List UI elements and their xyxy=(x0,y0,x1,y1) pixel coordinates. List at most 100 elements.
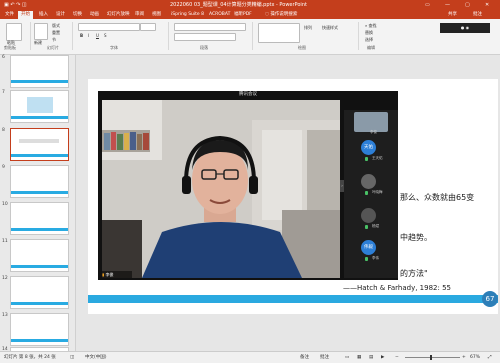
arrange-button[interactable]: 排列 xyxy=(304,25,312,31)
bold-button[interactable]: B xyxy=(80,33,83,38)
group-slides: 幻灯片 xyxy=(47,45,59,50)
mic-icon xyxy=(365,225,368,229)
zoom-percent[interactable]: 67% xyxy=(470,352,480,363)
replace-button[interactable]: 替换 xyxy=(365,30,373,36)
notes-button[interactable]: 备注 xyxy=(300,352,309,363)
group-font: 字体 xyxy=(110,45,118,50)
avatar xyxy=(361,208,376,223)
paste-icon[interactable] xyxy=(6,23,22,41)
thumb-number: 8 xyxy=(2,128,5,133)
group-drawing: 绘图 xyxy=(298,45,306,50)
tab-file[interactable]: 文件 xyxy=(2,10,17,19)
slide-citation: ——Hatch & Farhady, 1982: 55 xyxy=(343,284,451,292)
zoom-slider-thumb[interactable] xyxy=(430,355,432,360)
font-size-dropdown[interactable] xyxy=(140,23,156,31)
font-name-dropdown[interactable] xyxy=(78,23,140,31)
thumb-number: 11 xyxy=(2,239,8,244)
thumbnail-slide[interactable] xyxy=(10,90,69,123)
participant-name: 李俊 xyxy=(370,130,377,134)
paragraph-controls[interactable] xyxy=(174,23,246,31)
tab-design[interactable]: 设计 xyxy=(53,10,68,19)
comments-button[interactable]: 批注 xyxy=(320,352,329,363)
participant[interactable]: 李俊 xyxy=(344,110,398,136)
slide-accent-bar xyxy=(88,295,498,303)
underline-button[interactable]: U xyxy=(96,33,99,38)
layout-button[interactable]: 版式 xyxy=(52,23,60,29)
zoom-out-icon[interactable]: − xyxy=(395,352,399,363)
fit-slide-icon[interactable]: ⤢ xyxy=(488,352,492,363)
tab-view[interactable]: 视图 xyxy=(149,10,164,19)
slide-thumbnail-pane: 6 7 8 9 10 11 12 13 14 xyxy=(0,55,76,353)
speaker-name: 李俊 xyxy=(105,272,114,277)
quick-styles-button[interactable]: 快速样式 xyxy=(322,25,338,31)
speaker-camera-image xyxy=(102,100,340,278)
participant-name: 叶晓梅 xyxy=(372,190,383,194)
ribbon-display-icon[interactable]: ▭ xyxy=(425,0,430,10)
minimize-icon[interactable]: — xyxy=(445,0,450,10)
tab-animations[interactable]: 动画 xyxy=(87,10,102,19)
speaker-video xyxy=(102,100,340,278)
tab-home[interactable]: 开始 xyxy=(18,11,33,19)
mic-icon xyxy=(365,191,368,195)
participant-name: 李伟 xyxy=(372,256,379,260)
mic-icon xyxy=(365,157,368,161)
window-title: 2022060 03_题型课_04计算题分类精编.pptx - PowerPoi… xyxy=(170,2,307,8)
mic-icon xyxy=(365,257,368,261)
thumbnail-slide[interactable] xyxy=(10,165,69,198)
slide-text-line: 中趋势。 xyxy=(400,233,432,242)
search-tab[interactable]: ◌ 操作说明搜索 xyxy=(262,10,300,19)
participant[interactable]: 天佑 王天佑 xyxy=(344,138,398,164)
group-editing: 编辑 xyxy=(367,45,375,50)
participant[interactable]: 伟毅 李伟 xyxy=(344,238,398,264)
avatar: 伟毅 xyxy=(361,240,376,255)
thumbnail-slide[interactable] xyxy=(10,202,69,235)
select-button[interactable]: 选择 xyxy=(365,37,373,43)
shadow-button[interactable]: S xyxy=(104,33,107,38)
thumb-number: 9 xyxy=(2,165,5,170)
mic-icon: ▮ xyxy=(102,272,105,277)
tab-slideshow[interactable]: 幻灯片放映 xyxy=(104,10,133,19)
meeting-floating-bar[interactable]: ● ◉ xyxy=(440,23,490,33)
zoom-slider[interactable] xyxy=(405,357,460,358)
thumb-number: 6 xyxy=(2,55,5,60)
speaker-name-tag: ▮ 李俊 xyxy=(102,271,132,278)
slideshow-view-icon[interactable]: ▶ xyxy=(381,352,384,363)
tab-foxit[interactable]: 福昕PDF xyxy=(231,10,255,19)
new-slide-icon[interactable] xyxy=(34,23,48,40)
zoom-level-badge[interactable]: 67 xyxy=(482,291,498,307)
sorter-view-icon[interactable]: ▦ xyxy=(357,352,361,363)
tab-review[interactable]: 审阅 xyxy=(132,10,147,19)
tab-insert[interactable]: 插入 xyxy=(36,10,51,19)
comment-button[interactable]: 批注 xyxy=(470,10,485,19)
normal-view-icon[interactable]: ▭ xyxy=(345,352,349,363)
shapes-gallery[interactable] xyxy=(258,23,300,43)
thumbnail-slide[interactable] xyxy=(10,313,69,346)
participant[interactable]: 杨斌 xyxy=(344,206,398,232)
reading-view-icon[interactable]: ▤ xyxy=(369,352,373,363)
tab-transitions[interactable]: 切换 xyxy=(70,10,85,19)
alignment-controls[interactable] xyxy=(174,33,236,41)
reset-button[interactable]: 重置 xyxy=(52,30,60,36)
italic-button[interactable]: I xyxy=(88,33,89,38)
section-button[interactable]: 节 xyxy=(52,37,56,43)
close-icon[interactable]: ✕ xyxy=(485,0,489,10)
participant-name: 王天佑 xyxy=(372,156,383,160)
ribbon-tabs: 文件 开始 插入 设计 切换 动画 幻灯片放映 审阅 视图 iSpring Su… xyxy=(0,10,500,19)
thumbnail-slide[interactable] xyxy=(10,55,69,88)
participant[interactable]: 叶晓梅 xyxy=(344,172,398,198)
language-indicator[interactable]: 中文(中国) xyxy=(85,352,107,363)
maximize-icon[interactable]: ▢ xyxy=(465,0,470,10)
thumbnail-slide-selected[interactable] xyxy=(10,128,69,161)
avatar: 天佑 xyxy=(361,140,376,155)
find-button[interactable]: ⌕ 查找 xyxy=(365,23,377,29)
share-button[interactable]: 共享 xyxy=(445,10,460,19)
avatar xyxy=(354,112,388,132)
thumbnail-slide[interactable] xyxy=(10,276,69,309)
tab-ispring[interactable]: iSpring Suite 8 xyxy=(168,10,207,19)
accessibility-icon[interactable]: ◫ xyxy=(70,352,74,363)
thumbnail-slide[interactable] xyxy=(10,239,69,272)
thumb-number: 13 xyxy=(2,313,8,318)
tab-acrobat[interactable]: ACROBAT xyxy=(206,10,233,19)
group-paragraph: 段落 xyxy=(200,45,208,50)
zoom-in-icon[interactable]: + xyxy=(462,352,466,363)
